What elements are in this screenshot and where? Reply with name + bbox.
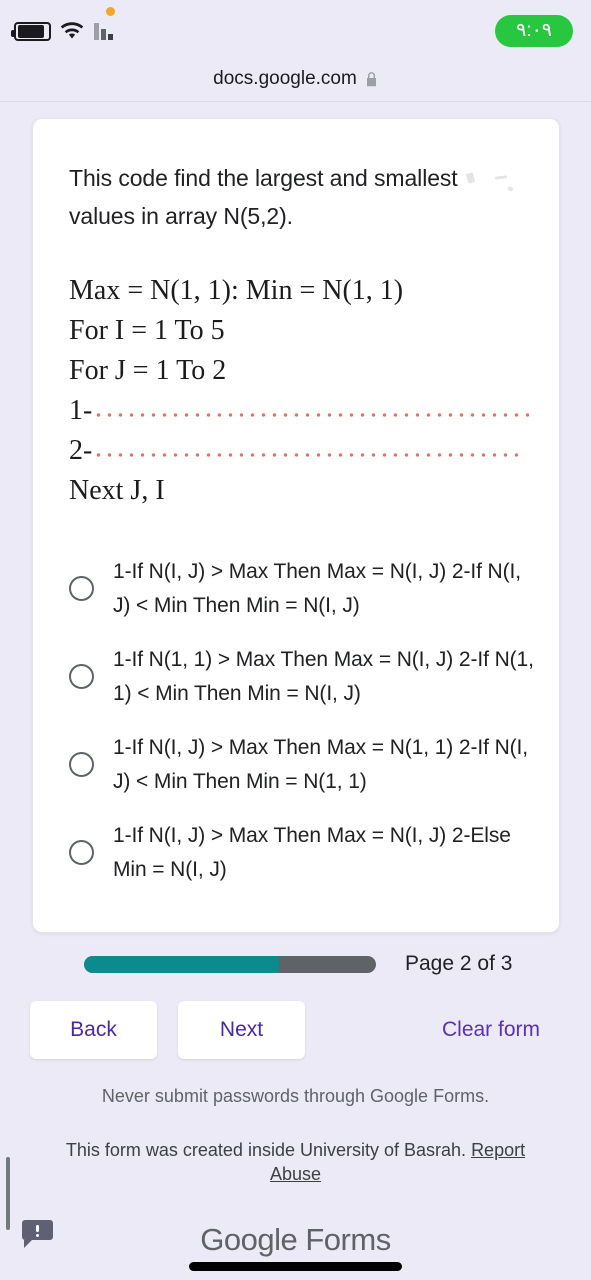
- radio-option-2[interactable]: 1-If N(1, 1) > Max Then Max = N(I, J) 2-…: [69, 637, 539, 725]
- radio-option-group: 1-If N(I, J) > Max Then Max = N(I, J) 2-…: [69, 549, 539, 901]
- battery-fill: [18, 25, 44, 38]
- back-button[interactable]: Back: [30, 1001, 157, 1059]
- code-line: For I = 1 To 5: [69, 311, 529, 351]
- dotted-blank: [93, 398, 529, 424]
- code-line: Next J, I: [69, 471, 529, 511]
- progress-row: Page 2 of 3: [0, 952, 591, 976]
- url-text: docs.google.com: [213, 67, 357, 89]
- code-line-blank-2: 2-: [69, 431, 529, 471]
- battery-icon: [11, 22, 51, 41]
- code-line: Max = N(1, 1): Min = N(1, 1): [69, 271, 529, 311]
- logo-forms-text: Forms: [305, 1222, 391, 1257]
- home-indicator-bar: [189, 1262, 402, 1271]
- page-scrollbar[interactable]: [6, 1157, 10, 1230]
- browser-url-bar[interactable]: docs.google.com: [0, 56, 591, 102]
- next-button[interactable]: Next: [178, 1001, 305, 1059]
- lock-icon: [366, 71, 376, 86]
- form-question-card: This code find the largest and smallest …: [32, 118, 560, 933]
- password-notice: Never submit passwords through Google Fo…: [101, 1086, 490, 1106]
- created-notice-text: This form was created inside University …: [65, 1140, 467, 1160]
- radio-button[interactable]: [69, 576, 94, 601]
- radio-option-1[interactable]: 1-If N(I, J) > Max Then Max = N(I, J) 2-…: [69, 549, 539, 637]
- wifi-icon: [60, 22, 84, 39]
- status-icons-group: [11, 22, 117, 41]
- notification-dot: [106, 7, 115, 16]
- code-line-text: 1-: [69, 395, 93, 426]
- radio-button[interactable]: [69, 752, 94, 777]
- signal-bars-icon: [94, 23, 113, 40]
- page-indicator: Page 2 of 3: [405, 952, 513, 975]
- radio-option-label: 1-If N(I, J) > Max Then Max = N(I, J) 2-…: [113, 560, 521, 617]
- progress-bar-fill: [84, 955, 279, 973]
- progress-bar: [84, 955, 376, 973]
- form-navigation-buttons: Back Next Clear form: [0, 1001, 591, 1059]
- logo-google-text: Google: [200, 1222, 298, 1257]
- radio-option-4[interactable]: 1-If N(I, J) > Max Then Max = N(I, J) 2-…: [69, 813, 539, 901]
- code-line-text: Next J, I: [69, 475, 165, 506]
- form-created-notice: This form was created inside University …: [50, 1138, 541, 1186]
- clear-form-button[interactable]: Clear form: [418, 1001, 564, 1059]
- feedback-bubble-icon[interactable]: [21, 1219, 54, 1250]
- image-artifact: [465, 167, 545, 197]
- radio-option-label: 1-If N(1, 1) > Max Then Max = N(I, J) 2-…: [113, 648, 534, 705]
- code-snippet-image: Max = N(1, 1): Min = N(1, 1) For I = 1 T…: [69, 271, 529, 511]
- radio-option-3[interactable]: 1-If N(I, J) > Max Then Max = N(1, 1) 2-…: [69, 725, 539, 813]
- status-time: ٩:٠٩: [495, 15, 573, 47]
- code-line-text: Max = N(1, 1): Min = N(1, 1): [69, 275, 404, 306]
- google-forms-logo: Google Forms: [0, 1222, 591, 1258]
- code-line-text: For I = 1 To 5: [69, 315, 225, 346]
- dotted-blank: [93, 438, 529, 464]
- question-title: This code find the largest and smallest …: [69, 165, 458, 229]
- code-line: For J = 1 To 2: [69, 351, 529, 391]
- code-line-blank-1: 1-: [69, 391, 529, 431]
- code-line-text: For J = 1 To 2: [69, 355, 227, 386]
- radio-option-label: 1-If N(I, J) > Max Then Max = N(I, J) 2-…: [113, 824, 511, 881]
- code-line-text: 2-: [69, 435, 93, 466]
- radio-option-label: 1-If N(I, J) > Max Then Max = N(1, 1) 2-…: [113, 736, 529, 793]
- radio-button[interactable]: [69, 840, 94, 865]
- status-bar: ٩:٠٩: [0, 0, 591, 56]
- radio-button[interactable]: [69, 664, 94, 689]
